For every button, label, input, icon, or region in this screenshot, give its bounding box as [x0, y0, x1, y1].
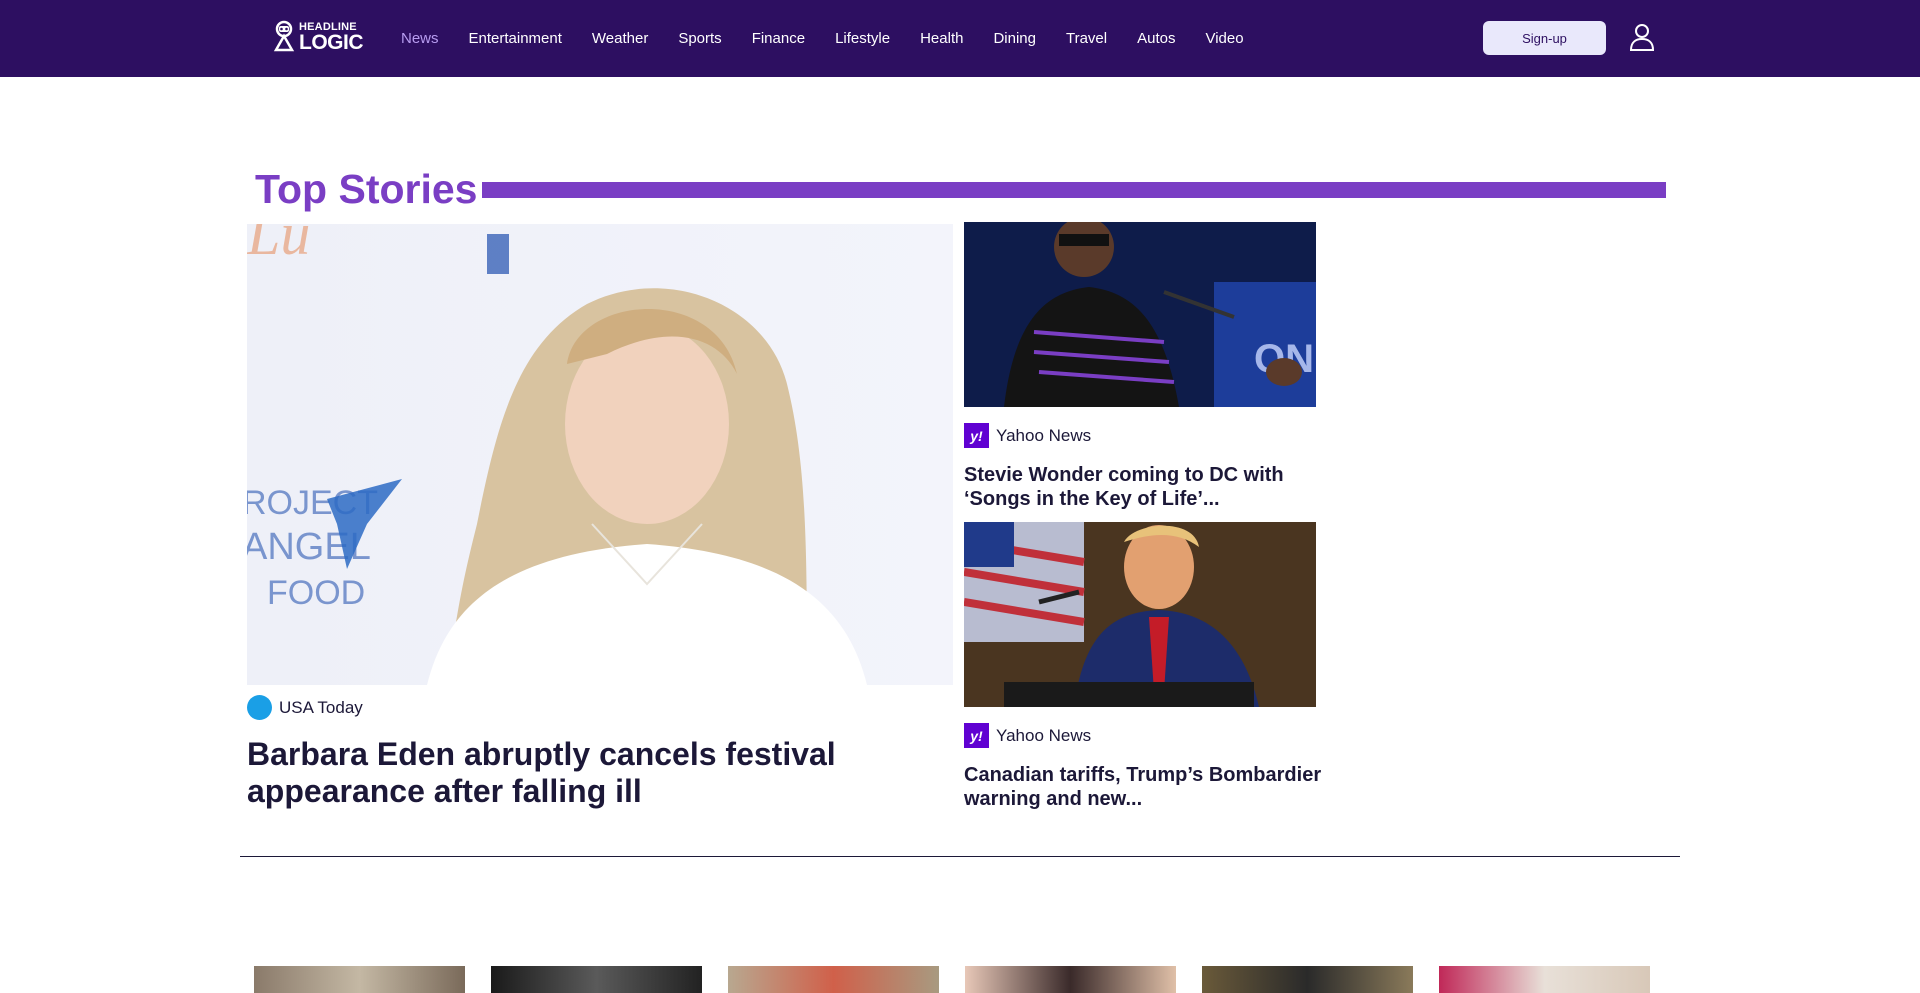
- yahoo-icon: y!: [964, 423, 989, 448]
- story-thumbnail[interactable]: [491, 966, 702, 993]
- story-thumbnail[interactable]: [1439, 966, 1650, 993]
- signup-button[interactable]: Sign-up: [1483, 21, 1606, 55]
- svg-text:Lu: Lu: [247, 224, 310, 267]
- svg-text:FOOD: FOOD: [267, 574, 365, 612]
- nav-item-sports[interactable]: Sports: [678, 30, 721, 47]
- yahoo-icon: y!: [964, 723, 989, 748]
- nav-item-dining[interactable]: Dining: [993, 30, 1036, 47]
- story-thumbnail[interactable]: [728, 966, 939, 993]
- nav-item-weather[interactable]: Weather: [592, 30, 648, 47]
- nav-item-lifestyle[interactable]: Lifestyle: [835, 30, 890, 47]
- nav-item-finance[interactable]: Finance: [752, 30, 805, 47]
- hero-story-image[interactable]: ROJECT ANGEL FOOD Lu: [247, 224, 953, 685]
- side-story-2-image[interactable]: [964, 522, 1316, 707]
- top-navigation-bar: HEADLINE LOGIC News Entertainment Weathe…: [0, 0, 1920, 77]
- hero-source-name: USA Today: [279, 697, 363, 717]
- section-title: Top Stories: [255, 166, 478, 212]
- side-story-1-image[interactable]: ON: [964, 222, 1316, 407]
- side-story-2-source[interactable]: y! Yahoo News: [964, 723, 1091, 748]
- main-nav: News Entertainment Weather Sports Financ…: [401, 0, 1274, 77]
- side-story-1-source-name: Yahoo News: [996, 425, 1092, 445]
- nav-item-entertainment[interactable]: Entertainment: [469, 30, 562, 47]
- section-divider: [240, 856, 1680, 857]
- section-title-bar: [482, 182, 1666, 198]
- nav-item-travel[interactable]: Travel: [1066, 30, 1107, 47]
- robot-logo-icon: [273, 20, 295, 52]
- hero-source[interactable]: USA Today: [247, 695, 363, 720]
- side-story-1-source[interactable]: y! Yahoo News: [964, 423, 1091, 448]
- story-thumbnail[interactable]: [965, 966, 1176, 993]
- user-icon[interactable]: [1629, 23, 1655, 51]
- nav-item-news[interactable]: News: [401, 30, 439, 47]
- nav-item-video[interactable]: Video: [1205, 30, 1243, 47]
- story-thumbnail[interactable]: [254, 966, 465, 993]
- nav-item-health[interactable]: Health: [920, 30, 963, 47]
- hero-headline[interactable]: Barbara Eden abruptly cancels festival a…: [247, 736, 967, 810]
- side-story-2-source-name: Yahoo News: [996, 725, 1092, 745]
- story-thumbnail[interactable]: [1202, 966, 1413, 993]
- side-story-2-headline[interactable]: Canadian tariffs, Trump’s Bombardier war…: [964, 763, 1324, 811]
- site-logo[interactable]: HEADLINE LOGIC: [272, 20, 364, 54]
- nav-item-autos[interactable]: Autos: [1137, 30, 1175, 47]
- usa-today-icon: [247, 695, 272, 720]
- side-story-1-headline[interactable]: Stevie Wonder coming to DC with ‘Songs i…: [964, 463, 1324, 511]
- logo-line2: LOGIC: [299, 31, 364, 54]
